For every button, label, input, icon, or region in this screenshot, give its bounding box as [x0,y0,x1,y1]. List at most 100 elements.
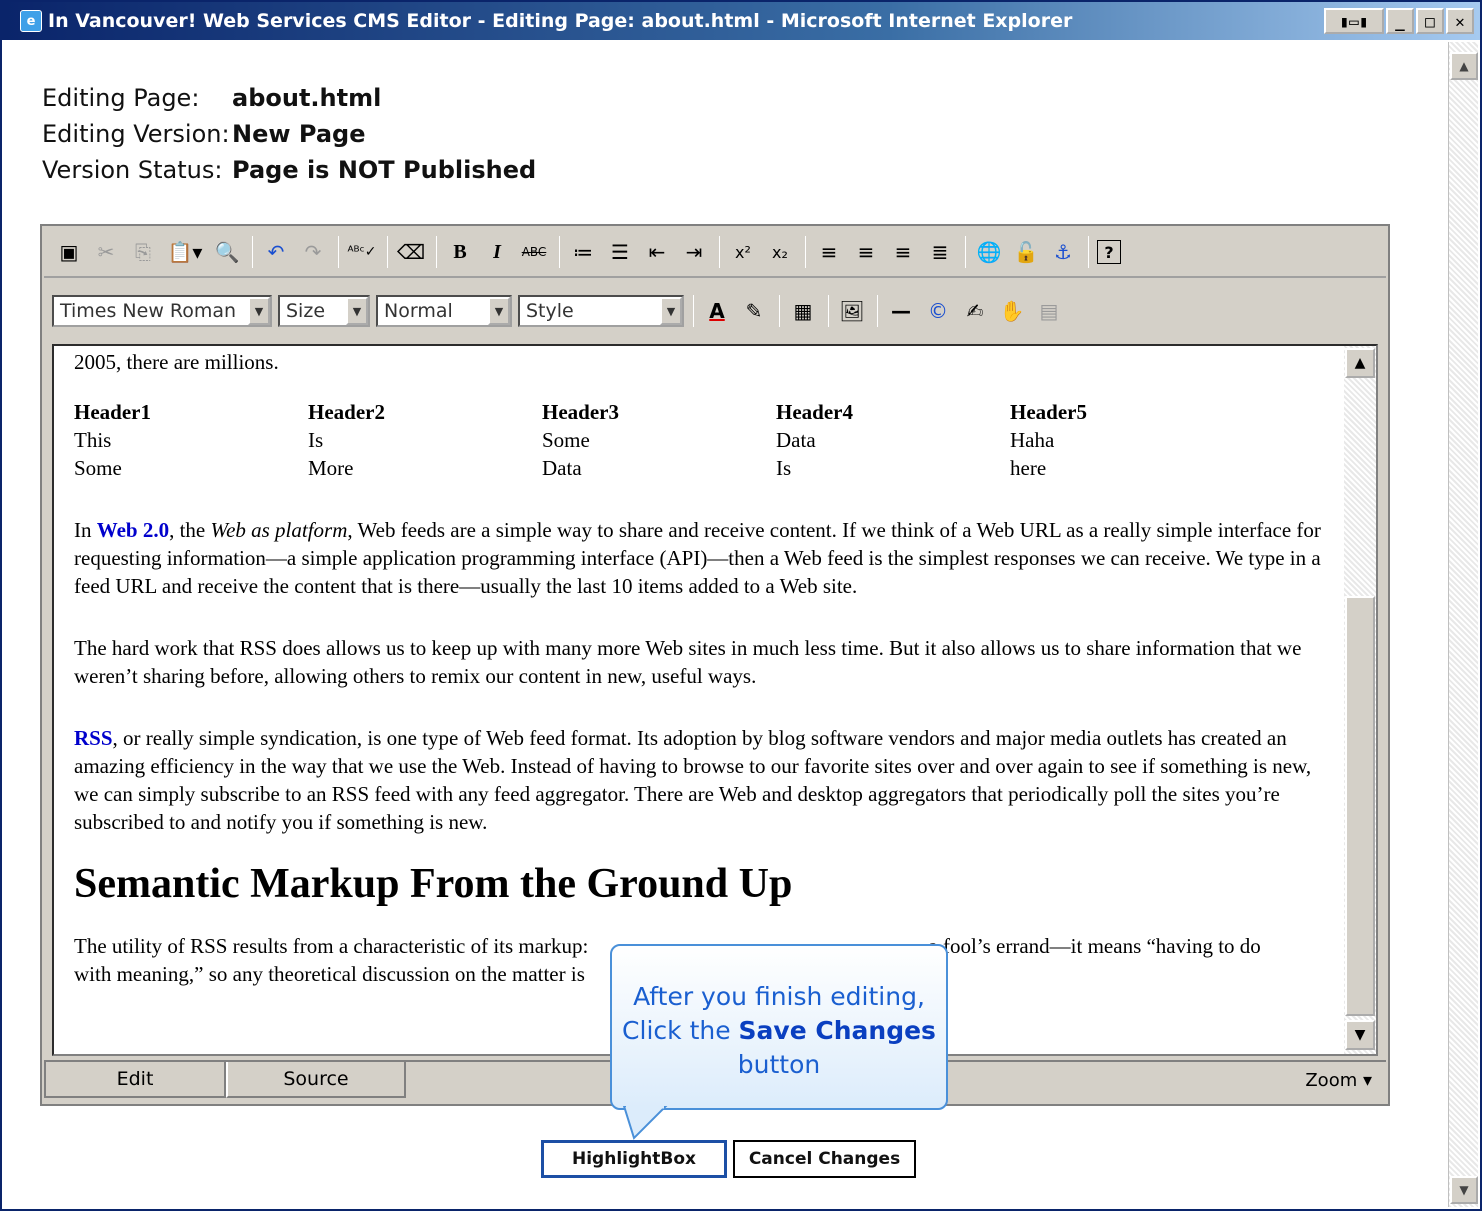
font-name-select[interactable]: Times New Roman ▼ [52,295,272,327]
snippet-icon[interactable]: ✋ [997,296,1027,326]
font-size-select[interactable]: Size ▼ [278,295,370,327]
anchor-icon[interactable]: ⚓ [1048,237,1078,267]
superscript-icon[interactable]: x² [728,237,758,267]
p4-line1-b: a fool’s errand—it means “having to do [928,934,1261,958]
align-center-icon[interactable]: ≡ [851,237,881,267]
table-properties-icon[interactable]: ▤ [1034,296,1064,326]
table-icon[interactable]: ▦ [788,296,818,326]
browser-window: e In Vancouver! Web Services CMS Editor … [0,0,1482,1211]
form-icon[interactable]: ✍ [960,296,990,326]
minimize-icon[interactable]: _ [1386,8,1414,34]
font-name-value: Times New Roman [60,300,237,322]
version-status-value: Page is NOT Published [232,156,537,184]
section-heading: Semantic Markup From the Ground Up [74,861,793,907]
chevron-down-icon: ▼ [248,297,270,325]
table-header: Header5 [1010,400,1087,424]
redo-icon[interactable]: ↷ [298,237,328,267]
spellcheck-icon[interactable]: ᴬᴮᶜ✓ [347,237,377,267]
scroll-up-icon[interactable]: ▲ [1450,52,1478,80]
editing-version-value: New Page [232,120,366,148]
save-changes-button[interactable]: HighlightBox [541,1140,727,1178]
bullet-list-icon[interactable]: ☰ [605,237,635,267]
restore-icon[interactable]: □ [1416,8,1444,34]
table-cell: This [74,428,112,452]
horizontal-rule-icon[interactable]: — [886,296,916,326]
align-right-icon[interactable]: ≡ [888,237,918,267]
indent-icon[interactable]: ⇥ [679,237,709,267]
p4-line1-a: The utility of RSS results from a charac… [74,934,589,958]
table-header-row: Header1 Header2 Header3 Header4 Header5 [74,398,1244,426]
image-icon[interactable]: 🖼 [837,296,867,326]
zoom-menu[interactable]: Zoom ▾ [1305,1070,1372,1091]
rss-link[interactable]: RSS [74,726,113,750]
callout-line2-b: Save Changes [738,1016,936,1045]
extra-window-icon[interactable]: ▮▭▮ [1324,8,1384,34]
style-value: Style [526,300,574,322]
table-header: Header1 [74,400,151,424]
scroll-down-icon[interactable]: ▼ [1450,1176,1478,1204]
tab-source[interactable]: Source [226,1062,406,1098]
editing-version-label: Editing Version: [42,120,230,148]
strikethrough-icon[interactable]: ABC [519,237,549,267]
highlight-icon[interactable]: ✎ [739,296,769,326]
paragraph-rss: RSS, or really simple syndication, is on… [74,724,1336,836]
font-size-value: Size [286,300,326,322]
unlink-icon[interactable]: 🔓 [1011,237,1041,267]
align-left-icon[interactable]: ≡ [814,237,844,267]
table-row: This Is Some Data Haha [74,426,1244,454]
cut-icon[interactable]: ✂ [91,237,121,267]
scroll-down-icon[interactable]: ▼ [1345,1020,1375,1050]
web20-link[interactable]: Web 2.0 [97,518,169,542]
p1-text-b: , the [169,518,211,542]
paragraph-hard-work: The hard work that RSS does allows us to… [74,636,1302,688]
numbered-list-icon[interactable]: ≔ [568,237,598,267]
table-cell: More [308,456,354,480]
cancel-changes-button[interactable]: Cancel Changes [733,1140,916,1178]
p3-text: , or really simple syndication, is one t… [74,726,1312,834]
paste-icon[interactable]: 📋▾ [165,237,205,267]
chevron-down-icon: ▼ [488,297,510,325]
table-cell: Data [542,456,582,480]
close-icon[interactable]: ✕ [1446,8,1474,34]
editing-page-label: Editing Page: [42,84,200,112]
title-bar[interactable]: e In Vancouver! Web Services CMS Editor … [2,2,1480,40]
undo-icon[interactable]: ↶ [261,237,291,267]
table-cell: Is [776,456,792,480]
table-cell: here [1010,456,1047,480]
p1-text-a: In [74,518,97,542]
font-color-icon[interactable]: A [702,296,732,326]
page-info: Editing Page: about.html Editing Version… [42,80,536,188]
table-cell: Some [542,428,590,452]
paragraph-format-select[interactable]: Normal ▼ [376,295,512,327]
table-header: Header3 [542,400,619,424]
subscript-icon[interactable]: x₂ [765,237,795,267]
full-screen-icon[interactable]: ▣ [54,237,84,267]
table-cell: Is [308,428,324,452]
help-icon[interactable]: ? [1097,240,1121,264]
outdent-icon[interactable]: ⇤ [642,237,672,267]
italic-icon[interactable]: I [482,237,512,267]
chevron-down-icon: ▼ [346,297,368,325]
editing-page-value: about.html [232,84,382,112]
scroll-up-icon[interactable]: ▲ [1345,348,1375,378]
scroll-thumb[interactable] [1345,596,1375,1016]
window-controls: ▮▭▮ _ □ ✕ [1324,8,1474,34]
callout-line2: Click the Save Changes [612,1014,946,1048]
formatting-toolbar: ▣ ✂ ⎘ 📋▾ 🔍 ↶ ↷ ᴬᴮᶜ✓ ⌫ B I ABC ≔ ☰ ⇤ ⇥ x²… [44,228,1386,278]
tab-edit[interactable]: Edit [44,1062,226,1098]
copy-icon[interactable]: ⎘ [128,237,158,267]
page-scrollbar[interactable]: ▲ ▼ [1448,42,1478,1207]
justify-icon[interactable]: ≣ [925,237,955,267]
bold-icon[interactable]: B [445,237,475,267]
style-select[interactable]: Style ▼ [518,295,684,327]
table-row: Some More Data Is here [74,454,1244,482]
special-char-icon[interactable]: © [923,296,953,326]
table-header: Header2 [308,400,385,424]
eraser-icon[interactable]: ⌫ [396,237,426,267]
content-scrollbar[interactable]: ▲ ▼ [1344,346,1376,1054]
table-cell: Some [74,456,122,480]
tooltip-callout: After you finish editing, Click the Save… [610,944,948,1110]
paragraph-format-value: Normal [384,300,453,322]
link-icon[interactable]: 🌐 [974,237,1004,267]
find-icon[interactable]: 🔍 [212,237,242,267]
